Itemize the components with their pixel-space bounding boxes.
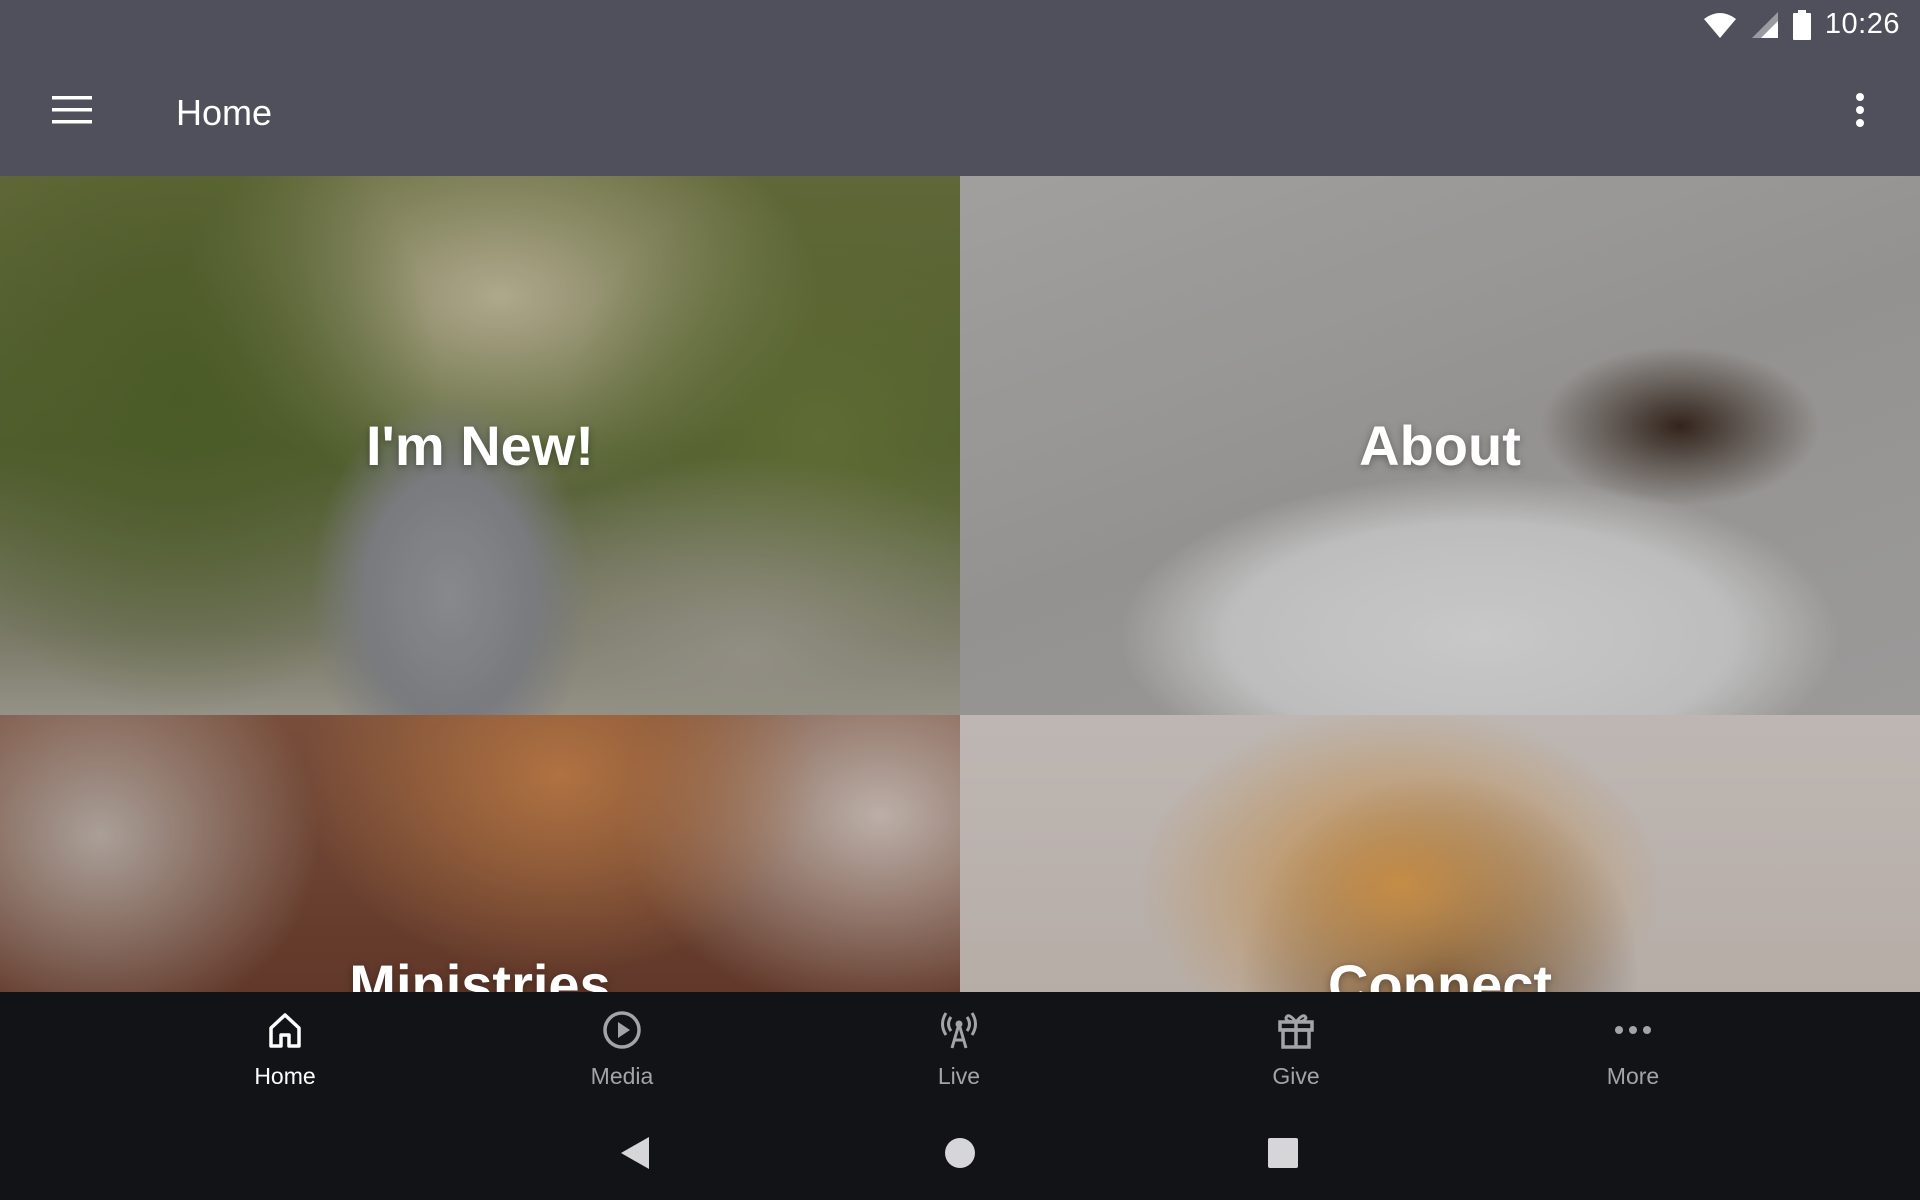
nav-item-live[interactable]: Live: [859, 992, 1059, 1110]
tile-connect[interactable]: Connect: [960, 715, 1920, 992]
nav-item-home[interactable]: Home: [185, 992, 385, 1110]
play-circle-icon: [602, 1010, 642, 1055]
tile-about[interactable]: About: [960, 176, 1920, 715]
battery-icon: [1792, 9, 1811, 40]
system-home-button[interactable]: [920, 1110, 1000, 1200]
tile-label: Ministries: [349, 953, 611, 992]
cell-signal-icon: [1751, 11, 1779, 39]
tile-label: About: [1359, 414, 1521, 477]
overflow-menu-button[interactable]: [1830, 49, 1890, 176]
recents-square-icon: [1268, 1137, 1298, 1173]
app-bar: Home: [0, 49, 1920, 176]
system-navigation-bar: [0, 1110, 1920, 1200]
nav-item-media[interactable]: Media: [522, 992, 722, 1110]
wifi-icon: [1703, 11, 1737, 39]
nav-label: Media: [590, 1063, 654, 1089]
broadcast-tower-icon: [939, 1010, 979, 1055]
page-title: Home: [176, 91, 273, 133]
back-icon: [619, 1135, 651, 1176]
more-horiz-icon: [1613, 1010, 1653, 1055]
home-icon: [265, 1010, 305, 1055]
tile-im-new[interactable]: I'm New!: [0, 176, 960, 715]
tile-ministries[interactable]: Ministries: [0, 715, 960, 992]
status-bar: 10:26: [0, 0, 1920, 49]
nav-label: Give: [1272, 1063, 1320, 1089]
menu-button[interactable]: [40, 49, 104, 176]
nav-label: More: [1606, 1063, 1660, 1089]
more-vert-icon: [1855, 93, 1865, 132]
tile-label: Connect: [1328, 953, 1552, 992]
tile-label: I'm New!: [365, 414, 595, 477]
nav-item-give[interactable]: Give: [1196, 992, 1396, 1110]
status-time: 10:26: [1824, 8, 1900, 40]
hamburger-menu-icon: [52, 96, 92, 129]
home-tile-grid: I'm New! About Ministries Connect: [0, 176, 1920, 992]
gift-icon: [1276, 1010, 1316, 1055]
system-back-button[interactable]: [595, 1110, 675, 1200]
system-recents-button[interactable]: [1243, 1110, 1323, 1200]
nav-label: Home: [254, 1063, 316, 1089]
nav-item-more[interactable]: More: [1533, 992, 1733, 1110]
nav-label: Live: [937, 1063, 981, 1089]
bottom-navigation: Home Media Live Give More: [0, 992, 1920, 1110]
home-circle-icon: [944, 1137, 976, 1174]
